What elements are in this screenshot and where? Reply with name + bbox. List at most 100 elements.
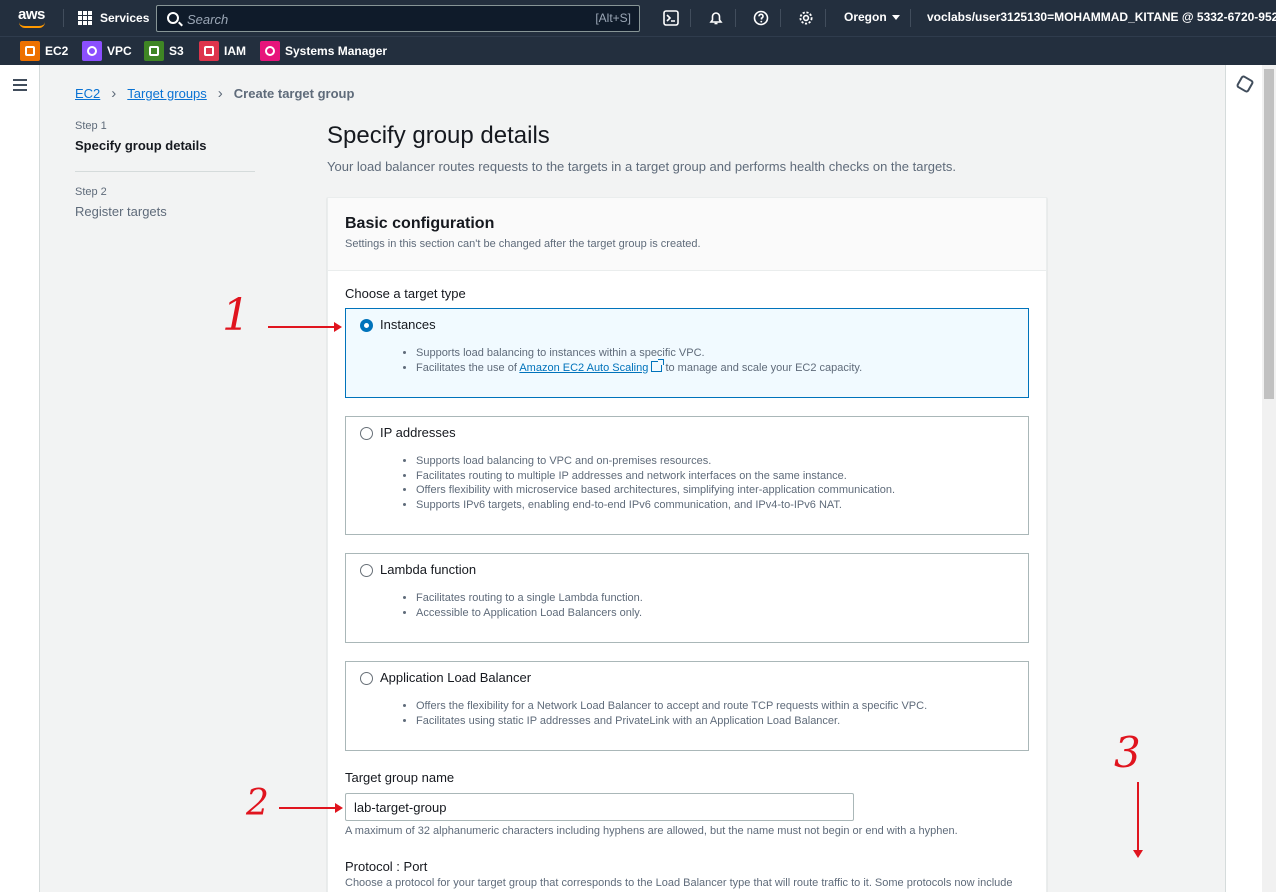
- panel-header: Basic configuration Settings in this sec…: [328, 198, 1046, 271]
- favorite-vpc[interactable]: VPC: [82, 41, 132, 61]
- iam-icon: [199, 41, 219, 61]
- breadcrumb-ec2-link[interactable]: EC2: [75, 86, 100, 101]
- divider: [735, 9, 736, 27]
- search-input[interactable]: [187, 10, 567, 28]
- page-scrollbar[interactable]: [1262, 65, 1276, 892]
- step-1-title: Specify group details: [75, 138, 207, 153]
- favorite-systems-manager[interactable]: Systems Manager: [260, 41, 387, 61]
- scrollbar-thumb[interactable]: [1264, 69, 1274, 399]
- page-title: Specify group details: [327, 122, 550, 149]
- annotation-arrow-3: [1133, 782, 1143, 858]
- info-panel-icon[interactable]: [1235, 74, 1255, 94]
- divider: [690, 9, 691, 27]
- list-item: Supports IPv6 targets, enabling end-to-e…: [416, 498, 895, 513]
- radio-application-load-balancer[interactable]: [360, 672, 373, 685]
- account-label: voclabs/user3125130=MOHAMMAD_KITANE @ 53…: [927, 10, 1276, 24]
- target-group-name-hint: A maximum of 32 alphanumeric characters …: [345, 825, 958, 837]
- favorite-ec2[interactable]: EC2: [20, 41, 68, 61]
- annotation-number-3: 3: [1114, 728, 1141, 777]
- target-type-alb-tile[interactable]: Application Load Balancer Offers the fle…: [345, 661, 1029, 751]
- divider: [75, 171, 255, 172]
- list-item: Facilitates using static IP addresses an…: [416, 714, 927, 729]
- tile-bullets: Facilitates routing to a single Lambda f…: [416, 591, 643, 620]
- favorite-label: EC2: [45, 44, 69, 58]
- favorite-label: VPC: [107, 44, 132, 58]
- tools-panel-rail: [1225, 65, 1262, 892]
- list-item: Offers flexibility with microservice bas…: [416, 483, 895, 498]
- vpc-icon: [82, 41, 102, 61]
- step-2-title[interactable]: Register targets: [75, 204, 255, 219]
- target-type-label: Choose a target type: [345, 286, 466, 301]
- bullet-text: Facilitates the use of: [416, 361, 517, 374]
- search-shortcut-hint: [Alt+S]: [595, 11, 631, 25]
- top-navbar: aws Services [Alt+S] Oregon voclabs/user…: [0, 0, 1276, 36]
- tile-label: Lambda function: [380, 562, 477, 577]
- tile-bullets: Supports load balancing to instances wit…: [416, 346, 862, 375]
- divider: [910, 9, 911, 27]
- services-button[interactable]: Services: [78, 9, 149, 27]
- page-description: Your load balancer routes requests to th…: [327, 159, 956, 174]
- radio-ip-addresses[interactable]: [360, 427, 373, 440]
- cloudshell-icon[interactable]: [662, 9, 680, 27]
- divider: [780, 9, 781, 27]
- grid-icon: [78, 11, 92, 25]
- radio-instances[interactable]: [360, 319, 373, 332]
- ec2-icon: [20, 41, 40, 61]
- s3-bucket-icon: [144, 41, 164, 61]
- list-item: Supports load balancing to instances wit…: [416, 346, 862, 361]
- chevron-right-icon: ›: [111, 85, 117, 102]
- region-label: Oregon: [844, 10, 887, 24]
- breadcrumb-target-groups-link[interactable]: Target groups: [127, 86, 207, 101]
- tile-bullets: Offers the flexibility for a Network Loa…: [416, 699, 927, 728]
- favorite-label: S3: [169, 44, 184, 58]
- list-item: Supports load balancing to VPC and on-pr…: [416, 454, 895, 469]
- tile-label: Application Load Balancer: [380, 670, 532, 685]
- list-item: Facilitates routing to multiple IP addre…: [416, 469, 895, 484]
- list-item: Offers the flexibility for a Network Loa…: [416, 699, 927, 714]
- aws-logo-text: aws: [18, 6, 45, 23]
- target-group-name-input[interactable]: [345, 793, 854, 821]
- search-bar[interactable]: [Alt+S]: [156, 5, 640, 32]
- breadcrumb: EC2 › Target groups › Create target grou…: [75, 85, 354, 102]
- help-icon[interactable]: [752, 9, 770, 27]
- list-item: Facilitates routing to a single Lambda f…: [416, 591, 643, 606]
- ec2-auto-scaling-link[interactable]: Amazon EC2 Auto Scaling: [519, 362, 648, 374]
- list-item: Accessible to Application Load Balancers…: [416, 606, 643, 621]
- annotation-arrow-1: [268, 322, 342, 332]
- favorite-s3[interactable]: S3: [144, 41, 184, 61]
- step-2-label: Step 2: [75, 186, 107, 198]
- target-type-ip-addresses-tile[interactable]: IP addresses Supports load balancing to …: [345, 416, 1029, 535]
- systems-manager-icon: [260, 41, 280, 61]
- wizard-steps: Step 1 Specify group details Step 2 Regi…: [75, 120, 255, 219]
- annotation-number-2: 2: [246, 783, 269, 824]
- search-icon: [167, 12, 179, 24]
- annotation-arrow-2: [279, 803, 343, 813]
- tile-label: Instances: [380, 317, 436, 332]
- protocol-port-label: Protocol : Port: [345, 859, 428, 874]
- tile-bullets: Supports load balancing to VPC and on-pr…: [416, 454, 895, 512]
- list-item: Facilitates the use of Amazon EC2 Auto S…: [416, 358, 862, 376]
- protocol-port-hint: Choose a protocol for your target group …: [345, 877, 1013, 889]
- chevron-down-icon: [891, 15, 900, 21]
- target-type-instances-tile[interactable]: Instances Supports load balancing to ins…: [345, 308, 1029, 398]
- side-navigation-collapsed: [0, 65, 40, 892]
- services-label: Services: [100, 11, 150, 25]
- favorite-label: IAM: [224, 44, 246, 58]
- menu-icon[interactable]: [13, 79, 27, 91]
- favorite-iam[interactable]: IAM: [199, 41, 246, 61]
- aws-smile-icon: [19, 22, 45, 28]
- aws-logo[interactable]: aws: [17, 6, 49, 30]
- gear-icon[interactable]: [797, 9, 815, 27]
- target-type-lambda-tile[interactable]: Lambda function Facilitates routing to a…: [345, 553, 1029, 643]
- region-selector[interactable]: Oregon: [844, 10, 900, 24]
- panel-title: Basic configuration: [345, 215, 495, 232]
- account-menu[interactable]: voclabs/user3125130=MOHAMMAD_KITANE @ 53…: [927, 10, 1276, 24]
- bell-icon[interactable]: [707, 9, 725, 27]
- step-1-label: Step 1: [75, 120, 107, 132]
- panel-subtitle: Settings in this section can't be change…: [345, 238, 701, 250]
- external-link-icon: [651, 358, 665, 372]
- divider: [825, 9, 826, 27]
- divider: [63, 9, 64, 27]
- tile-label: IP addresses: [380, 425, 456, 440]
- radio-lambda-function[interactable]: [360, 564, 373, 577]
